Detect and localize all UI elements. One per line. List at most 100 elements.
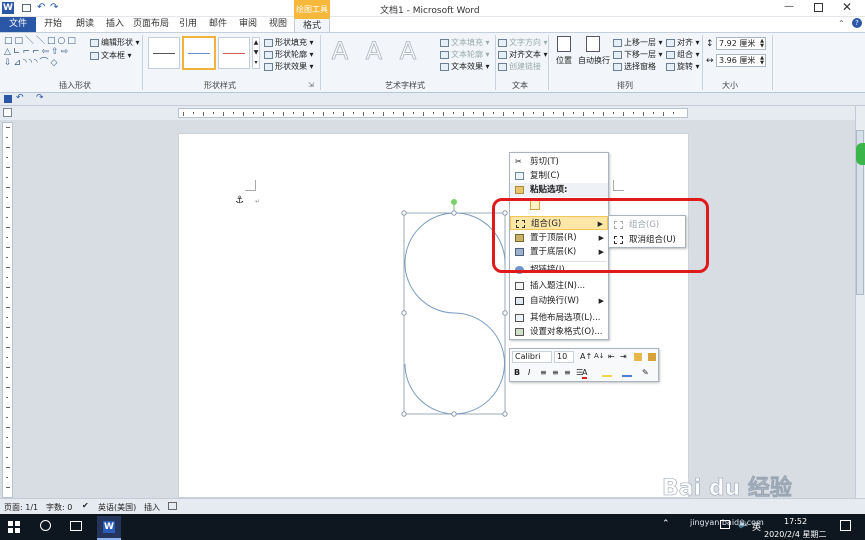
- resize-handle[interactable]: [451, 411, 457, 417]
- tab-references[interactable]: 引用: [174, 17, 202, 32]
- rotate-button[interactable]: 旋转 ▾: [666, 61, 700, 72]
- tab-review[interactable]: 审阅: [234, 17, 262, 32]
- page-count[interactable]: 页面: 1/1: [4, 502, 38, 513]
- increase-indent-icon[interactable]: ⇥: [620, 352, 627, 361]
- resize-handle[interactable]: [401, 210, 407, 216]
- clock-date[interactable]: 2020/2/4 星期二: [764, 529, 826, 540]
- tab-view[interactable]: 视图: [264, 17, 292, 32]
- text-box-button[interactable]: 文本框 ▾: [90, 50, 132, 61]
- undo-small-icon[interactable]: ↶: [16, 93, 24, 103]
- text-direction-button[interactable]: 文字方向 ▾: [498, 37, 548, 48]
- tab-layout[interactable]: 页面布局: [130, 17, 172, 32]
- format-painter-icon[interactable]: [634, 353, 642, 361]
- shape-style-1[interactable]: [148, 37, 180, 69]
- assistant-badge-icon[interactable]: [856, 143, 865, 165]
- resize-handle[interactable]: [502, 310, 508, 316]
- redo-small-icon[interactable]: ↷: [36, 93, 44, 103]
- grow-font-icon[interactable]: A↑: [580, 352, 592, 361]
- shading-icon[interactable]: [622, 368, 632, 377]
- tab-mailings[interactable]: 邮件: [204, 17, 232, 32]
- shrink-font-icon[interactable]: A↓: [594, 352, 605, 360]
- bring-forward-button[interactable]: 上移一层 ▾: [613, 37, 663, 48]
- font-size-field[interactable]: 10: [554, 351, 574, 363]
- vertical-ruler[interactable]: [2, 122, 13, 498]
- wrap-text-button[interactable]: 自动换行: [578, 36, 610, 66]
- create-link-button[interactable]: 创建链接: [498, 61, 541, 72]
- rotation-handle[interactable]: [451, 199, 457, 205]
- group-button[interactable]: 组合 ▾: [666, 49, 700, 60]
- tab-read[interactable]: 朗读: [70, 17, 100, 32]
- selection-pane-button[interactable]: 选择窗格: [613, 61, 656, 72]
- menu-item-insert-caption[interactable]: 插入题注(N)...: [510, 279, 608, 293]
- undo-icon[interactable]: ↶: [37, 2, 45, 13]
- save-icon[interactable]: [4, 95, 12, 103]
- styles-icon[interactable]: [648, 353, 656, 361]
- shape-style-2[interactable]: [182, 36, 216, 70]
- search-icon[interactable]: [40, 520, 51, 531]
- quick-save-icon[interactable]: [22, 4, 31, 12]
- ribbon-collapse-icon[interactable]: ⌃: [838, 19, 845, 28]
- align-button[interactable]: 对齐 ▾: [666, 37, 700, 48]
- windows-start-icon[interactable]: [8, 521, 20, 533]
- shape-style-scroll[interactable]: ▲ ▼ ▾: [252, 37, 260, 69]
- tab-format[interactable]: 格式: [294, 17, 330, 32]
- resize-handle[interactable]: [401, 411, 407, 417]
- width-input[interactable]: 3.96 厘米 ▲ ▼: [716, 54, 766, 67]
- maximize-button[interactable]: [814, 3, 823, 12]
- macro-record-icon[interactable]: [168, 502, 177, 510]
- tab-insert[interactable]: 插入: [100, 17, 130, 32]
- position-button[interactable]: 位置: [553, 36, 575, 66]
- decrease-indent-icon[interactable]: ⇤: [608, 352, 615, 361]
- wordart-style-1[interactable]: A: [326, 37, 354, 67]
- tab-home[interactable]: 开始: [38, 17, 68, 32]
- help-icon[interactable]: ?: [852, 18, 862, 28]
- shape-effects-button[interactable]: 形状效果 ▾: [264, 61, 314, 72]
- insert-mode[interactable]: 插入: [144, 502, 160, 513]
- notifications-icon[interactable]: [840, 520, 851, 531]
- word-count[interactable]: 字数: 0: [46, 502, 72, 513]
- height-input[interactable]: 7.92 厘米 ▲ ▼: [716, 37, 766, 50]
- word-taskbar-icon[interactable]: W: [97, 516, 121, 540]
- resize-handle[interactable]: [451, 210, 457, 216]
- resize-handle[interactable]: [401, 310, 407, 316]
- send-backward-button[interactable]: 下移一层 ▾: [613, 49, 663, 60]
- bold-button[interactable]: B: [514, 368, 520, 377]
- menu-item-format-object[interactable]: 设置对象格式(O)...: [510, 325, 608, 339]
- clock-time[interactable]: 17:52: [784, 517, 807, 526]
- font-color-button[interactable]: A: [582, 368, 588, 379]
- edit-shape-button[interactable]: 编辑形状 ▾: [90, 37, 140, 48]
- resize-handle[interactable]: [502, 411, 508, 417]
- highlight-icon[interactable]: [602, 368, 612, 377]
- menu-item-wrap-text[interactable]: 自动换行(W) ▶: [510, 294, 608, 308]
- menu-item-more-layout[interactable]: 其他布局选项(L)...: [510, 311, 608, 325]
- eraser-icon[interactable]: ✎: [642, 368, 649, 377]
- menu-item-cut[interactable]: ✂ 剪切(T): [510, 155, 608, 169]
- horizontal-ruler[interactable]: [178, 108, 688, 118]
- text-effects-button[interactable]: 文本效果 ▾: [440, 61, 490, 72]
- text-fill-button[interactable]: 文本填充 ▾: [440, 37, 490, 48]
- italic-button[interactable]: I: [528, 368, 530, 377]
- wordart-style-3[interactable]: A: [394, 37, 422, 67]
- word-app-icon[interactable]: W: [2, 2, 14, 14]
- font-name-field[interactable]: Calibri: [512, 351, 552, 363]
- close-button[interactable]: ✕: [842, 0, 852, 14]
- shape-outline-button[interactable]: 形状轮廓 ▾: [264, 49, 314, 60]
- shape-fill-button[interactable]: 形状填充 ▾: [264, 37, 314, 48]
- tab-file[interactable]: 文件: [0, 17, 36, 32]
- align-text-button[interactable]: 对齐文本 ▾: [498, 49, 548, 60]
- tray-up-icon[interactable]: ⌃: [662, 519, 670, 529]
- justify-align-icon[interactable]: ≡: [552, 368, 559, 377]
- task-view-icon[interactable]: [70, 521, 82, 531]
- wordart-style-2[interactable]: A: [360, 37, 388, 67]
- menu-item-copy[interactable]: 复制(C): [510, 169, 608, 183]
- document-page[interactable]: ⚓ ↵: [178, 133, 689, 498]
- ruler-toggle-icon[interactable]: [3, 108, 12, 117]
- shape-gallery[interactable]: □□＼＼□○□ △∟⌐⌐⇦⇧⇨ ⇩⊿◝◝◝⌒◇: [4, 36, 80, 70]
- text-outline-button[interactable]: 文本轮廓 ▾: [440, 49, 490, 60]
- right-align-icon[interactable]: ≡: [564, 368, 571, 377]
- redo-icon[interactable]: ↷: [50, 2, 58, 13]
- shape-style-3[interactable]: [218, 37, 250, 69]
- dialog-launcher-icon[interactable]: ⇲: [308, 81, 314, 89]
- minimize-button[interactable]: —: [784, 1, 794, 12]
- language-indicator[interactable]: 英语(美国): [98, 502, 136, 513]
